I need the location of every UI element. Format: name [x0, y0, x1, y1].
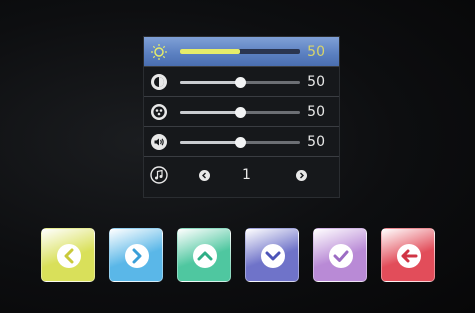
left-button[interactable] [41, 228, 95, 282]
color-slider[interactable] [180, 107, 300, 118]
contrast-value: 50 [307, 74, 325, 90]
color-slider-fill [180, 111, 240, 114]
contrast-icon [151, 74, 167, 90]
color-icon [151, 104, 167, 120]
chevron-left-icon [202, 172, 206, 179]
up-button[interactable] [177, 228, 231, 282]
chevron-right-icon [132, 248, 142, 264]
brightness-icon [151, 44, 167, 60]
contrast-row[interactable]: 50 [144, 67, 339, 97]
tone-decrease-button[interactable] [199, 170, 210, 181]
volume-icon [151, 134, 167, 150]
brightness-row[interactable]: 50 [144, 37, 339, 67]
contrast-slider[interactable] [180, 77, 300, 88]
right-button[interactable] [109, 228, 163, 282]
down-button[interactable] [245, 228, 299, 282]
checkmark-icon [333, 250, 349, 262]
volume-row[interactable]: 50 [144, 127, 339, 157]
brightness-slider[interactable] [180, 49, 300, 54]
tone-increase-button[interactable] [296, 170, 307, 181]
chevron-right-icon [300, 172, 304, 179]
volume-slider-fill [180, 141, 240, 144]
brightness-value: 50 [307, 44, 325, 60]
music-note-icon [150, 166, 168, 184]
color-value: 50 [307, 104, 325, 120]
color-slider-knob[interactable] [235, 107, 246, 118]
chevron-up-icon [197, 251, 213, 261]
contrast-slider-fill [180, 81, 240, 84]
tone-row[interactable]: 1 [144, 157, 339, 197]
confirm-button[interactable] [313, 228, 367, 282]
volume-slider-knob[interactable] [235, 137, 246, 148]
contrast-slider-knob[interactable] [235, 77, 246, 88]
brightness-slider-fill [180, 49, 240, 54]
back-arrow-icon [401, 249, 418, 263]
picture-sound-menu: 50 50 50 50 1 [143, 36, 340, 198]
chevron-left-icon [64, 248, 74, 264]
back-button[interactable] [381, 228, 435, 282]
volume-slider[interactable] [180, 137, 300, 148]
color-row[interactable]: 50 [144, 97, 339, 127]
volume-value: 50 [307, 134, 325, 150]
chevron-down-icon [265, 251, 281, 261]
